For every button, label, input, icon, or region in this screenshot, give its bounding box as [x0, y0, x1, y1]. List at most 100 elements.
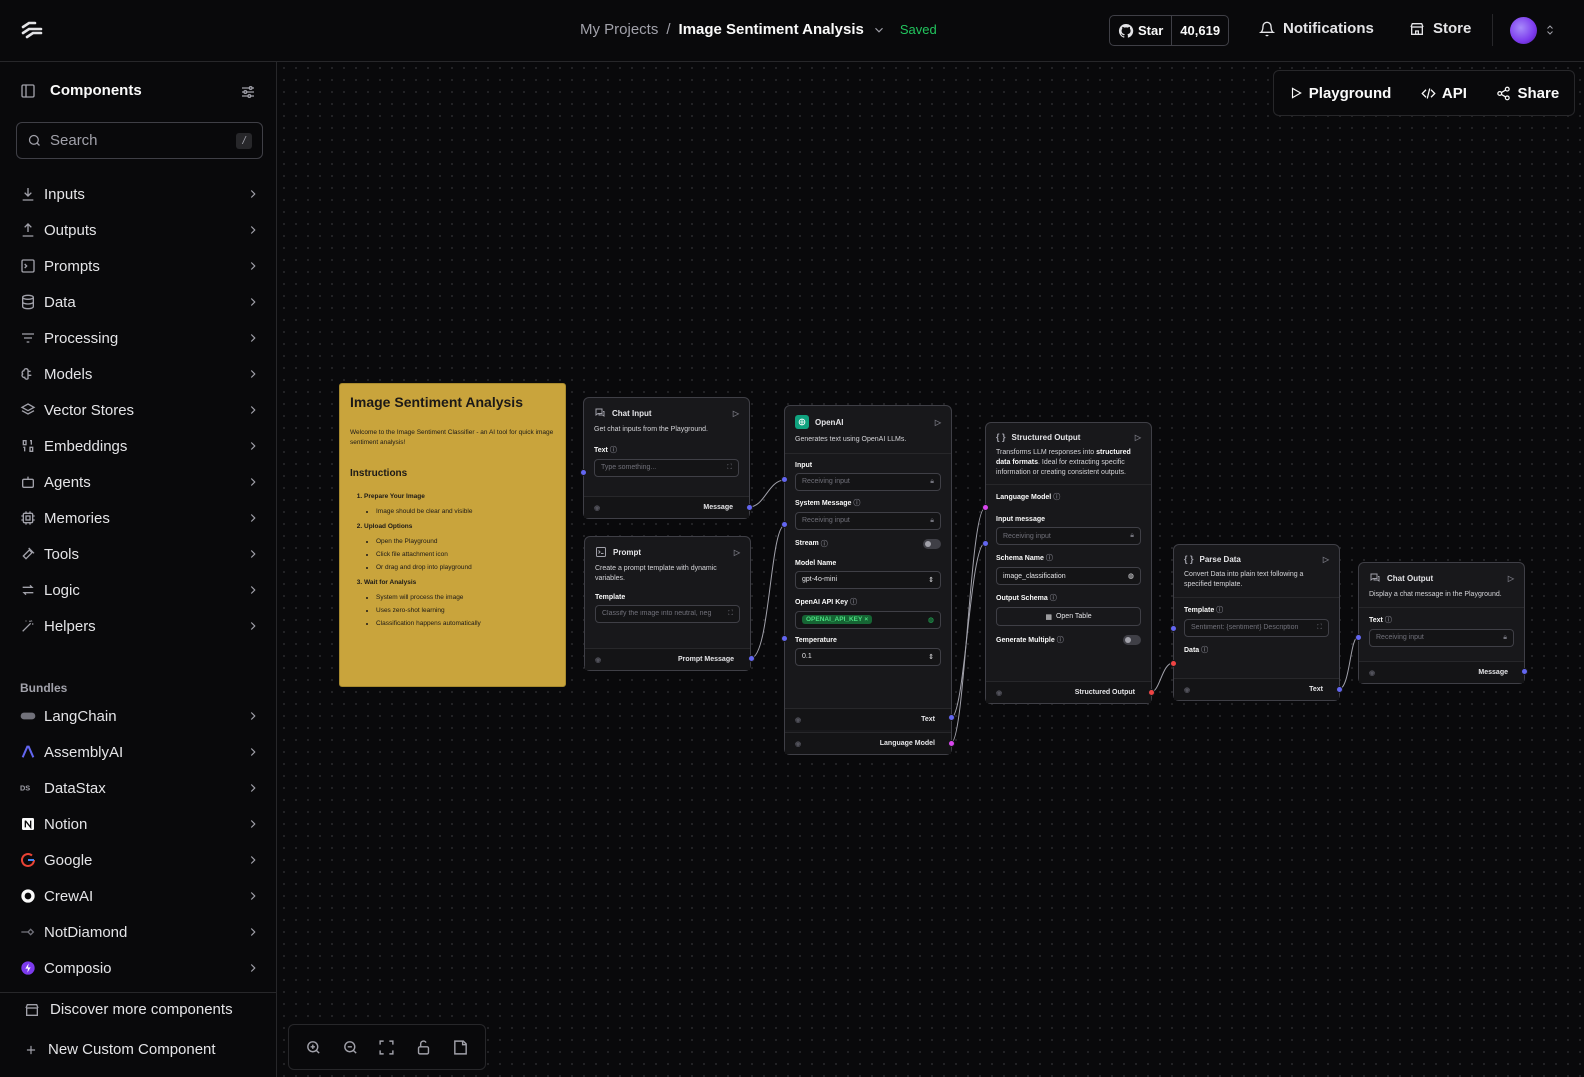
- field-label: Template: [1184, 606, 1215, 614]
- eye-icon[interactable]: ◉: [1369, 669, 1375, 677]
- field-label: Temperature: [795, 636, 837, 644]
- handle-input[interactable]: [1170, 660, 1177, 667]
- info-icon: ⓘ: [1045, 555, 1053, 563]
- expand-icon[interactable]: ⛶: [727, 464, 732, 472]
- input-value: Classify the image into neutral, neg: [602, 610, 712, 618]
- handle-input[interactable]: [781, 635, 788, 642]
- handle-output[interactable]: [746, 504, 753, 511]
- note-step-item: Image should be clear and visible: [376, 508, 555, 515]
- eye-icon[interactable]: ◉: [795, 716, 801, 724]
- prompt-icon: [595, 546, 607, 558]
- handle-output[interactable]: [1336, 686, 1343, 693]
- globe-icon[interactable]: ◍: [928, 616, 934, 624]
- play-icon[interactable]: ▷: [1135, 433, 1141, 442]
- message-square-icon: [594, 407, 606, 419]
- system-message-field[interactable]: Receiving input 🔒︎: [795, 511, 941, 530]
- schema-name-field[interactable]: image_classification ◍: [996, 567, 1141, 586]
- play-icon[interactable]: ▷: [1508, 574, 1514, 583]
- node-title: Structured Output: [1011, 432, 1081, 442]
- info-icon: ⓘ: [853, 499, 861, 507]
- handle-input[interactable]: [1355, 634, 1362, 641]
- text-input[interactable]: Type something... ⛶: [594, 458, 739, 477]
- zoom-in-icon[interactable]: [305, 1039, 322, 1056]
- note-step-item: Uses zero-shot learning: [376, 607, 555, 614]
- handle-output[interactable]: [948, 740, 955, 747]
- eye-icon[interactable]: ◉: [1184, 686, 1190, 694]
- open-table-button[interactable]: ▦ Open Table: [996, 607, 1141, 627]
- expand-icon[interactable]: ⛶: [728, 610, 733, 618]
- temperature-input[interactable]: 0.1 ⇕: [795, 647, 941, 666]
- sticky-note[interactable]: Image Sentiment Analysis Welcome to the …: [339, 383, 566, 687]
- output-label: Text: [921, 716, 935, 723]
- handle-input[interactable]: [982, 504, 989, 511]
- note-step-item: System will process the image: [376, 594, 555, 601]
- stepper-icon[interactable]: ⇕: [928, 653, 934, 661]
- handle-output[interactable]: [948, 714, 955, 721]
- input-message-field[interactable]: Receiving input 🔒︎: [996, 527, 1141, 546]
- node-title: Chat Input: [612, 408, 652, 418]
- node-description: Display a chat message in the Playground…: [1359, 588, 1524, 608]
- input-field[interactable]: Receiving input 🔒︎: [795, 472, 941, 491]
- canvas-controls: [288, 1024, 486, 1070]
- input-placeholder: Receiving input: [802, 517, 850, 525]
- zoom-out-icon[interactable]: [342, 1039, 359, 1056]
- play-icon[interactable]: ▷: [1323, 555, 1329, 564]
- braces-icon: { }: [1184, 554, 1194, 564]
- chat-output-node[interactable]: Chat Output ▷ Display a chat message in t…: [1358, 562, 1525, 684]
- expand-icon[interactable]: ⛶: [1317, 624, 1322, 632]
- lock-icon: 🔒︎: [1503, 633, 1507, 641]
- braces-icon: { }: [996, 432, 1006, 442]
- text-input[interactable]: Receiving input 🔒︎: [1369, 628, 1514, 647]
- parse-data-node[interactable]: { } Parse Data ▷ Convert Data into plain t…: [1173, 544, 1340, 701]
- handle-input[interactable]: [781, 521, 788, 528]
- info-icon: ⓘ: [1049, 595, 1057, 603]
- note-step-item: Click file attachment icon: [376, 551, 555, 558]
- field-label: Stream: [795, 540, 819, 548]
- unlock-icon[interactable]: [415, 1039, 432, 1056]
- api-key-field[interactable]: OPENAI_API_KEY × ◍: [795, 610, 941, 629]
- node-title: Prompt: [613, 547, 641, 557]
- select-value: gpt-4o-mini: [802, 576, 838, 584]
- generate-multiple-toggle[interactable]: [1123, 635, 1141, 646]
- model-select[interactable]: gpt-4o-mini ⇕: [795, 570, 941, 589]
- handle-output[interactable]: [1148, 689, 1155, 696]
- eye-icon[interactable]: ◉: [594, 504, 600, 512]
- handle-input[interactable]: [580, 469, 587, 476]
- output-label: Prompt Message: [677, 656, 734, 663]
- info-icon: ⓘ: [1384, 616, 1392, 624]
- edge-prompt-openai: [750, 524, 786, 659]
- globe-icon[interactable]: ◍: [1128, 572, 1134, 580]
- prompt-node[interactable]: Prompt ▷ Create a prompt template with dy…: [584, 536, 751, 671]
- handle-input[interactable]: [982, 540, 989, 547]
- play-icon[interactable]: ▷: [734, 548, 740, 557]
- eye-icon[interactable]: ◉: [996, 689, 1002, 697]
- template-input[interactable]: Classify the image into neutral, neg ⛶: [595, 604, 740, 623]
- sticky-note-icon[interactable]: [452, 1039, 469, 1056]
- node-description: Convert Data into plain text following a…: [1174, 568, 1339, 598]
- field-label: Data: [1184, 646, 1200, 654]
- stream-toggle[interactable]: [923, 538, 941, 549]
- structured-output-node[interactable]: { } Structured Output ▷ Transforms LLM res…: [985, 422, 1152, 704]
- play-icon[interactable]: ▷: [935, 418, 941, 427]
- fit-view-icon[interactable]: [378, 1039, 395, 1056]
- eye-icon[interactable]: ◉: [795, 740, 801, 748]
- handle-input[interactable]: [1170, 625, 1177, 632]
- input-placeholder: Type something...: [601, 464, 657, 472]
- play-icon[interactable]: ▷: [733, 409, 739, 418]
- info-icon: ⓘ: [1053, 494, 1061, 502]
- output-label: Message: [703, 504, 733, 511]
- node-description: Transforms LLM responses into structured…: [986, 446, 1151, 486]
- handle-output[interactable]: [1521, 668, 1528, 675]
- variable-tag[interactable]: OPENAI_API_KEY ×: [802, 615, 873, 625]
- info-icon: ⓘ: [1056, 637, 1064, 645]
- input-value: 0.1: [802, 653, 812, 661]
- openai-node[interactable]: OpenAI ▷ Generates text using OpenAI LLMs…: [784, 405, 952, 755]
- chat-input-node[interactable]: Chat Input ▷ Get chat inputs from the Pla…: [583, 397, 750, 519]
- info-icon: ⓘ: [1201, 646, 1209, 654]
- handle-input[interactable]: [781, 476, 788, 483]
- input-placeholder: Receiving input: [1003, 532, 1051, 540]
- handle-output[interactable]: [748, 655, 755, 662]
- close-icon[interactable]: ×: [864, 616, 868, 623]
- template-input[interactable]: Sentiment: {sentiment} Description ⛶: [1184, 618, 1329, 637]
- eye-icon[interactable]: ◉: [595, 656, 601, 664]
